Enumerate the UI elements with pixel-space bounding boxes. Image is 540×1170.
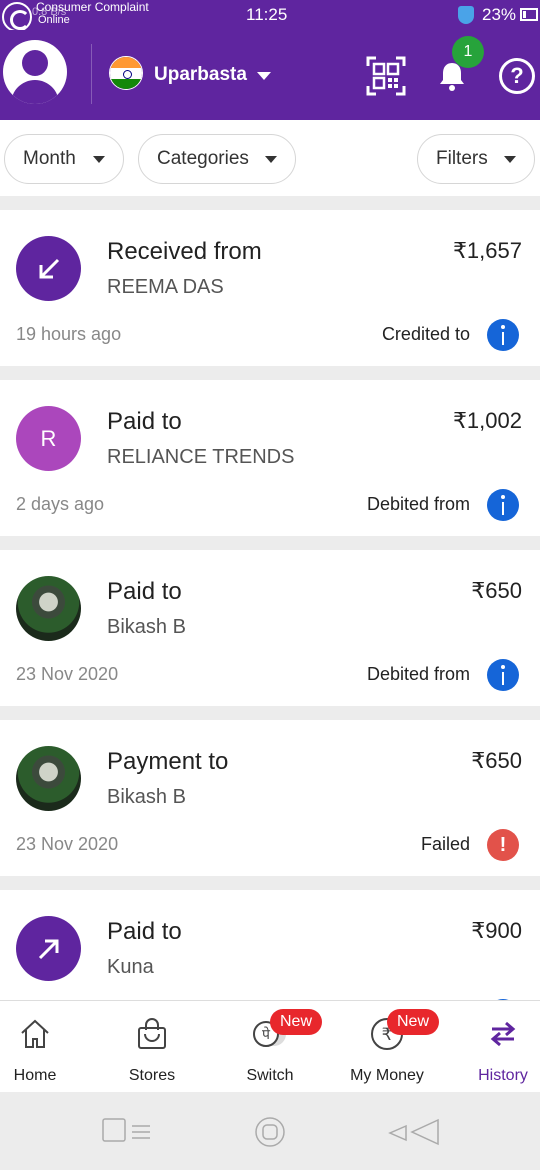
svg-text:पे: पे [262, 1026, 271, 1043]
back-icon[interactable] [388, 1118, 440, 1146]
status-time: 11:25 [246, 5, 288, 24]
nav-switch-label: Switch [246, 1067, 294, 1084]
watermark-logo-icon [2, 2, 32, 32]
battery-percent: 23% [482, 5, 517, 24]
location-dropdown-icon[interactable] [257, 72, 271, 80]
nav-my-money[interactable]: ₹ New My Money [333, 1001, 441, 1093]
transaction-status: Failed [420, 834, 470, 854]
transaction-row[interactable]: R Paid to RELIANCE TRENDS ₹1,002 2 days … [0, 380, 540, 536]
month-filter-label: Month [23, 148, 76, 169]
transaction-row[interactable]: Payment to Bikash B ₹650 23 Nov 2020 Fai… [0, 720, 540, 876]
filters-button[interactable]: Filters [417, 134, 535, 184]
new-badge: New [387, 1009, 440, 1035]
transaction-time: 19 hours ago [16, 324, 122, 344]
avatar-body [11, 80, 59, 104]
nav-stores-label: Stores [128, 1067, 176, 1084]
transaction-status: Credited to [381, 324, 470, 344]
transaction-type: Paid to [107, 578, 182, 605]
transaction-row[interactable]: Paid to Bikash B ₹650 23 Nov 2020 Debite… [0, 550, 540, 706]
transaction-time: 23 Nov 2020 [16, 834, 119, 854]
app-header: Uparbasta 1 ? [0, 30, 540, 120]
nav-history[interactable]: History [449, 1001, 540, 1093]
recent-apps-icon[interactable] [102, 1118, 152, 1144]
transaction-type: Paid to [107, 918, 182, 945]
transaction-type: Paid to [107, 408, 182, 435]
status-bar: 0.8 B/s Consumer Complaint Online 11:25 … [0, 0, 540, 32]
avatar-head [22, 50, 48, 76]
transaction-party: REEMA DAS [107, 276, 224, 298]
transaction-type: Payment to [107, 748, 229, 775]
nav-my-money-label: My Money [350, 1067, 424, 1084]
bottom-navigation: Home Stores पे New Switch ₹ New My Money… [0, 1000, 540, 1092]
nav-switch[interactable]: पे New Switch [216, 1001, 324, 1093]
system-navigation-bar [0, 1092, 540, 1170]
contact-photo [16, 746, 81, 811]
phone-screen: 0.8 B/s Consumer Complaint Online 11:25 … [0, 0, 540, 1170]
home-icon [21, 1019, 49, 1048]
watermark-title: Consumer Complaint [36, 0, 149, 14]
categories-filter-label: Categories [157, 148, 249, 169]
transaction-amount: ₹650 [471, 748, 522, 773]
transaction-party: Kuna [107, 956, 154, 978]
transaction-amount: ₹900 [471, 918, 522, 943]
transaction-amount: ₹650 [471, 578, 522, 603]
transaction-status: Debited from [366, 664, 470, 684]
india-flag-icon[interactable] [109, 56, 143, 90]
contact-photo [16, 576, 81, 641]
chevron-down-icon [265, 156, 277, 163]
nav-home-label: Home [13, 1067, 57, 1084]
transaction-time: 23 Nov 2020 [16, 664, 119, 684]
bank-icon [487, 319, 519, 351]
failed-alert-icon: ! [487, 829, 519, 861]
received-arrow-icon [16, 236, 81, 301]
help-icon[interactable]: ? [499, 58, 535, 94]
bag-icon [138, 1018, 166, 1049]
transaction-type: Received from [107, 238, 262, 265]
qr-scanner-icon[interactable] [366, 56, 406, 96]
location-label[interactable]: Uparbasta [154, 64, 247, 86]
swap-arrows-icon [490, 1021, 516, 1047]
profile-avatar[interactable] [3, 40, 67, 104]
nav-history-label: History [478, 1067, 528, 1084]
categories-filter-button[interactable]: Categories [138, 134, 296, 184]
transaction-party: RELIANCE TRENDS [107, 446, 295, 468]
filter-bar: Month Categories Filters [0, 120, 540, 196]
transaction-party: Bikash B [107, 616, 186, 638]
transaction-amount: ₹1,657 [452, 238, 522, 263]
transaction-party: Bikash B [107, 786, 186, 808]
nav-stores[interactable]: Stores [98, 1001, 206, 1093]
transaction-row[interactable]: Paid to Kuna ₹900 [0, 890, 540, 1000]
sent-arrow-icon [16, 916, 81, 981]
nav-home[interactable]: Home [0, 1001, 89, 1093]
chevron-down-icon [504, 156, 516, 163]
transaction-status: Debited from [366, 494, 470, 514]
transaction-row[interactable]: Received from REEMA DAS ₹1,657 19 hours … [0, 210, 540, 366]
security-shield-icon [458, 6, 474, 24]
home-system-icon[interactable] [254, 1116, 286, 1148]
transaction-amount: ₹1,002 [452, 408, 522, 433]
bank-icon [487, 489, 519, 521]
notification-count-badge: 1 [452, 36, 484, 68]
filters-label: Filters [436, 148, 488, 169]
merchant-initial-avatar: R [16, 406, 81, 471]
new-badge: New [270, 1009, 323, 1035]
month-filter-button[interactable]: Month [4, 134, 124, 184]
bank-icon [487, 659, 519, 691]
header-divider [91, 44, 92, 104]
transaction-time: 2 days ago [16, 494, 105, 514]
battery-icon [520, 8, 538, 21]
watermark-subtitle: Online [38, 14, 70, 26]
chevron-down-icon [93, 156, 105, 163]
transaction-list[interactable]: Received from REEMA DAS ₹1,657 19 hours … [0, 210, 540, 1000]
